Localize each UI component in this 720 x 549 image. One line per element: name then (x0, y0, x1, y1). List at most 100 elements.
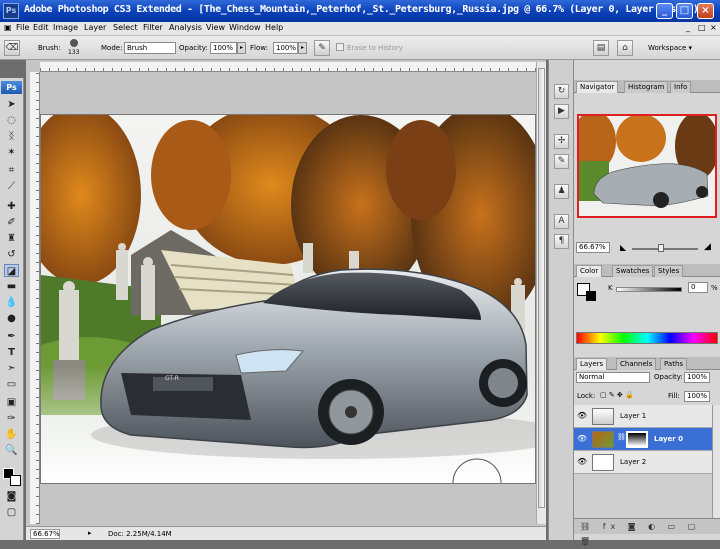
doc-minimize-button[interactable]: _ (686, 23, 690, 32)
crop-tool-icon[interactable]: ⌗ (4, 164, 19, 177)
menu-ps-icon[interactable]: ▣ (4, 23, 12, 32)
menu-view[interactable]: View (206, 23, 225, 32)
magic-wand-tool-icon[interactable]: ✶ (4, 146, 19, 159)
menu-filter[interactable]: Filter (143, 23, 163, 32)
screen-mode-icon[interactable]: ▢ (4, 506, 19, 519)
zoom-level-field[interactable]: 66.67% (30, 529, 60, 539)
notes-tool-icon[interactable]: ▣ (4, 396, 19, 409)
palette-well-icon[interactable]: ▤ (593, 40, 609, 56)
tab-color[interactable]: Color (576, 265, 603, 277)
actions-panel-icon[interactable]: ▶ (554, 104, 569, 119)
bridge-icon[interactable]: ⌂ (617, 40, 633, 56)
tab-paths[interactable]: Paths (660, 358, 688, 370)
flow-input[interactable]: 100% (273, 42, 298, 54)
layer-mask-thumbnail[interactable] (626, 431, 648, 448)
image-canvas[interactable]: GT-R (40, 114, 536, 484)
mask-link-icon[interactable]: ⛓ (617, 433, 626, 441)
gradient-tool-icon[interactable]: ▬ (4, 280, 19, 293)
navigator-zoom-thumb[interactable] (658, 244, 664, 252)
healing-brush-tool-icon[interactable]: ✚ (4, 200, 19, 213)
menu-image[interactable]: Image (53, 23, 78, 32)
doc-close-button[interactable]: × (710, 23, 717, 32)
paragraph-panel-icon[interactable]: ¶ (554, 234, 569, 249)
menu-analysis[interactable]: Analysis (169, 23, 202, 32)
opacity-slider-arrow[interactable]: ▸ (237, 42, 246, 54)
zoom-out-icon[interactable]: ◣ (620, 243, 626, 252)
dodge-tool-icon[interactable]: ● (4, 312, 19, 325)
navigator-zoom-field[interactable]: 66.67% (576, 242, 610, 253)
blur-tool-icon[interactable]: 💧 (4, 296, 19, 309)
maximize-button[interactable]: □ (676, 3, 693, 19)
navigator-preview[interactable] (577, 114, 717, 218)
zoom-in-icon[interactable]: ◢ (704, 242, 711, 252)
tab-navigator[interactable]: Navigator (576, 81, 619, 93)
zoom-tool-icon[interactable]: 🔍 (4, 444, 19, 457)
eyedropper-tool-icon[interactable]: ✑ (4, 412, 19, 425)
tab-styles[interactable]: Styles (654, 265, 684, 277)
lock-icons[interactable]: ▢ ✎ ✥ 🔒 (600, 391, 634, 399)
workspace-menu[interactable]: Workspace ▾ (648, 44, 692, 52)
eraser-tool-icon[interactable]: ◪ (4, 264, 19, 277)
tab-histogram[interactable]: Histogram (624, 81, 669, 93)
tab-swatches[interactable]: Swatches (612, 265, 654, 277)
menu-window[interactable]: Window (229, 23, 261, 32)
opacity-input[interactable]: 100% (210, 42, 237, 54)
shape-tool-icon[interactable]: ▭ (4, 378, 19, 391)
history-brush-tool-icon[interactable]: ↺ (4, 248, 19, 261)
menu-edit[interactable]: Edit (33, 23, 49, 32)
layer-opacity-field[interactable]: 100% (684, 372, 710, 383)
pen-tool-icon[interactable]: ✒ (4, 330, 19, 343)
scrollbar-thumb[interactable] (538, 68, 545, 508)
slice-tool-icon[interactable]: ⟋ (4, 180, 19, 193)
menu-file[interactable]: File (16, 23, 29, 32)
vertical-scrollbar[interactable] (536, 62, 546, 524)
brush-preview-icon[interactable] (70, 39, 78, 47)
visibility-eye-icon[interactable]: 👁 (577, 434, 587, 443)
menu-help[interactable]: Help (265, 23, 283, 32)
brush-tool-icon[interactable]: ✐ (4, 216, 19, 229)
tab-channels[interactable]: Channels (616, 358, 657, 370)
close-button[interactable]: × (697, 3, 714, 19)
k-slider-track[interactable] (616, 287, 682, 292)
hand-tool-icon[interactable]: ✋ (4, 428, 19, 441)
character-panel-icon[interactable]: A (554, 214, 569, 229)
status-menu-icon[interactable]: ▸ (88, 529, 98, 539)
navigator-zoom-slider[interactable] (632, 248, 698, 250)
marquee-tool-icon[interactable]: ◌ (4, 114, 19, 127)
path-selection-tool-icon[interactable]: ➣ (4, 362, 19, 375)
tab-layers[interactable]: Layers (576, 358, 608, 370)
history-panel-icon[interactable]: ↻ (554, 84, 569, 99)
lasso-tool-icon[interactable]: ᛝ (4, 130, 19, 143)
layers-scrollbar[interactable] (712, 405, 720, 518)
tab-info[interactable]: Info (670, 81, 692, 93)
visibility-eye-icon[interactable]: 👁 (577, 457, 587, 466)
tool-presets-icon[interactable]: ✢ (554, 134, 569, 149)
layer-row-layer-1[interactable]: 👁 Layer 1 (574, 405, 712, 428)
layers-footer-icons[interactable]: ⛓ fx ◙ ◐ ▭ ▢ 🗑 (574, 518, 720, 546)
clone-stamp-tool-icon[interactable]: ♜ (4, 232, 19, 245)
background-color-swatch[interactable] (10, 475, 21, 486)
eraser-preset-icon[interactable]: ⌫ (4, 40, 20, 56)
minimize-button[interactable]: _ (656, 3, 673, 19)
color-spectrum-ramp[interactable] (576, 332, 718, 344)
fill-field[interactable]: 100% (684, 391, 710, 402)
brushes-panel-icon[interactable]: ✎ (554, 154, 569, 169)
flow-slider-arrow[interactable]: ▸ (298, 42, 307, 54)
color-bg-swatch[interactable] (586, 291, 596, 301)
quick-mask-icon[interactable]: ◙ (4, 490, 19, 503)
layer-row-layer-0[interactable]: 👁 ⛓ Layer 0 (574, 428, 712, 451)
k-value-field[interactable]: 0 (688, 282, 708, 293)
erase-history-checkbox[interactable] (336, 43, 344, 51)
menu-select[interactable]: Select (113, 23, 138, 32)
layer-row-layer-2[interactable]: 👁 Layer 2 (574, 451, 712, 474)
airbrush-icon[interactable]: ✎ (314, 40, 330, 56)
type-tool-icon[interactable]: T (4, 346, 19, 359)
menu-bar: ▣ File Edit Image Layer Select Filter An… (0, 22, 720, 36)
clone-source-icon[interactable]: ♟ (554, 184, 569, 199)
visibility-eye-icon[interactable]: 👁 (577, 411, 587, 420)
menu-layer[interactable]: Layer (84, 23, 106, 32)
move-tool-icon[interactable]: ➤ (4, 98, 19, 111)
mode-select[interactable]: Brush (124, 42, 176, 54)
doc-maximize-button[interactable]: □ (698, 23, 706, 32)
blend-mode-select[interactable]: Normal (576, 372, 650, 383)
